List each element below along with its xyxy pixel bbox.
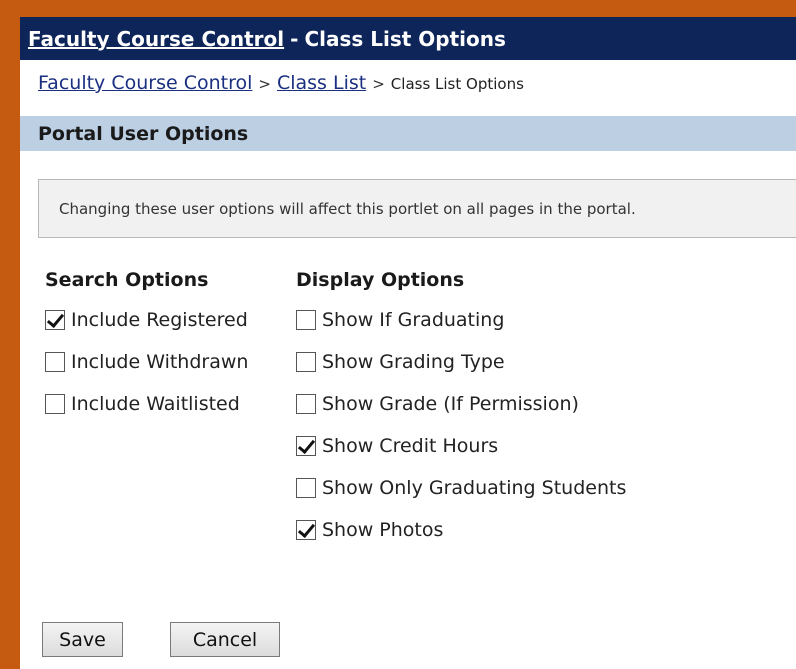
window-frame: Faculty Course Control - Class List Opti… bbox=[0, 0, 796, 669]
breadcrumb: Faculty Course Control > Class List > Cl… bbox=[38, 72, 524, 94]
search-options-heading: Search Options bbox=[45, 269, 209, 291]
checkbox-show-only-graduating-students[interactable] bbox=[296, 478, 316, 498]
notice-message: Changing these user options will affect … bbox=[38, 179, 796, 238]
checkbox-show-credit-hours[interactable] bbox=[296, 436, 316, 456]
option-label: Include Waitlisted bbox=[71, 393, 240, 415]
option-label: Show If Graduating bbox=[322, 309, 505, 331]
save-button[interactable]: Save bbox=[42, 622, 123, 657]
option-show-photos[interactable]: Show Photos bbox=[296, 509, 626, 551]
class-list-options-panel: Faculty Course Control - Class List Opti… bbox=[20, 17, 796, 669]
title-link-faculty-course-control[interactable]: Faculty Course Control bbox=[28, 27, 284, 51]
checkbox-show-grade[interactable] bbox=[296, 394, 316, 414]
option-show-grade[interactable]: Show Grade (If Permission) bbox=[296, 383, 626, 425]
option-label: Show Grade (If Permission) bbox=[322, 393, 579, 415]
checkbox-show-if-graduating[interactable] bbox=[296, 310, 316, 330]
title-separator: - bbox=[290, 26, 299, 51]
option-label: Show Credit Hours bbox=[322, 435, 499, 457]
breadcrumb-separator: > bbox=[258, 75, 271, 93]
title-subtitle: Class List Options bbox=[304, 26, 506, 51]
option-label: Show Photos bbox=[322, 519, 444, 541]
search-options-column: Search Options Include Registered Includ… bbox=[45, 265, 248, 425]
display-options-heading: Display Options bbox=[296, 269, 465, 291]
option-label: Show Only Graduating Students bbox=[322, 477, 627, 499]
option-label: Include Registered bbox=[71, 309, 248, 331]
checkbox-include-waitlisted[interactable] bbox=[45, 394, 65, 414]
option-include-waitlisted[interactable]: Include Waitlisted bbox=[45, 383, 248, 425]
checkbox-show-grading-type[interactable] bbox=[296, 352, 316, 372]
option-show-only-graduating-students[interactable]: Show Only Graduating Students bbox=[296, 467, 626, 509]
breadcrumb-current: Class List Options bbox=[390, 75, 524, 93]
display-options-column: Display Options Show If Graduating Show … bbox=[296, 265, 626, 551]
checkbox-include-withdrawn[interactable] bbox=[45, 352, 65, 372]
section-header: Portal User Options bbox=[20, 116, 796, 151]
option-label: Include Withdrawn bbox=[71, 351, 249, 373]
checkbox-show-photos[interactable] bbox=[296, 520, 316, 540]
breadcrumb-link-faculty-course-control[interactable]: Faculty Course Control bbox=[38, 72, 252, 94]
option-show-credit-hours[interactable]: Show Credit Hours bbox=[296, 425, 626, 467]
option-show-if-graduating[interactable]: Show If Graduating bbox=[296, 299, 626, 341]
cancel-button[interactable]: Cancel bbox=[170, 622, 280, 657]
title-bar: Faculty Course Control - Class List Opti… bbox=[20, 17, 796, 60]
option-show-grading-type[interactable]: Show Grading Type bbox=[296, 341, 626, 383]
option-label: Show Grading Type bbox=[322, 351, 505, 373]
option-include-withdrawn[interactable]: Include Withdrawn bbox=[45, 341, 248, 383]
option-include-registered[interactable]: Include Registered bbox=[45, 299, 248, 341]
breadcrumb-separator: > bbox=[372, 75, 385, 93]
breadcrumb-link-class-list[interactable]: Class List bbox=[277, 72, 366, 94]
checkbox-include-registered[interactable] bbox=[45, 310, 65, 330]
